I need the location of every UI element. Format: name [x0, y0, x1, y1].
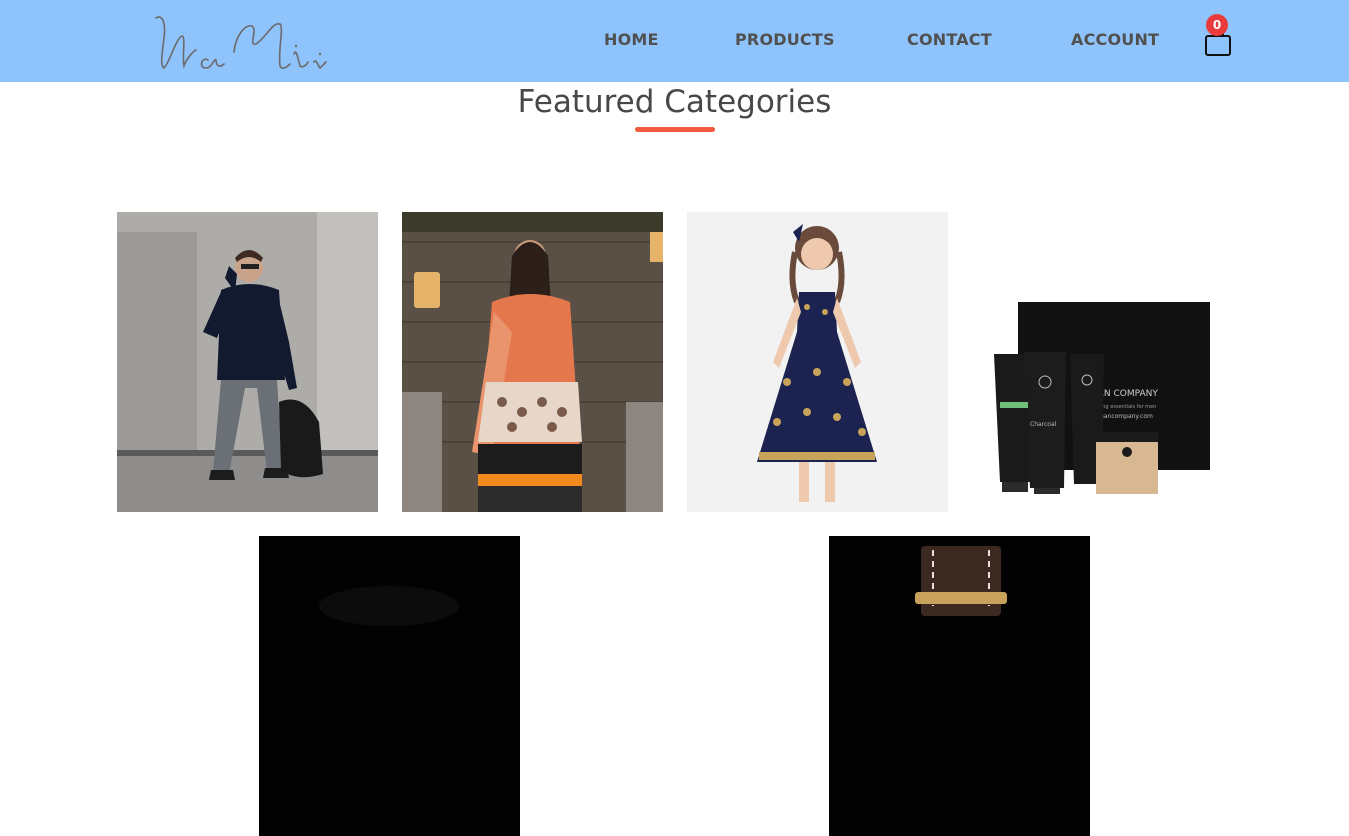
- section-title: Featured Categories: [517, 84, 832, 120]
- cart-button[interactable]: 0: [1203, 14, 1233, 58]
- nav-contact[interactable]: CONTACT: [907, 30, 992, 50]
- navbar: HOME PRODUCTS CONTACT ACCOUNT 0: [0, 0, 1349, 82]
- watch-category-image: [829, 536, 1090, 836]
- grooming-category-image: MAN COMPANY ming essentials for men manc…: [972, 212, 1233, 512]
- cart-count-badge: 0: [1206, 14, 1228, 36]
- category-card-watch[interactable]: [829, 536, 1090, 836]
- category-card-kids[interactable]: [687, 212, 948, 512]
- brand-logo[interactable]: [148, 8, 333, 74]
- svg-text:Charcoal: Charcoal: [1030, 421, 1057, 428]
- category-card-women[interactable]: [402, 212, 663, 512]
- category-card-grooming[interactable]: MAN COMPANY ming essentials for men manc…: [972, 212, 1233, 512]
- svg-text:ming essentials for men: ming essentials for men: [1096, 404, 1156, 410]
- category-card-dark[interactable]: [259, 536, 520, 836]
- nav-account[interactable]: ACCOUNT: [1071, 30, 1159, 50]
- svg-text:mancompany.com: mancompany.com: [1098, 413, 1153, 420]
- category-card-men[interactable]: [117, 212, 378, 512]
- men-category-image: [117, 212, 378, 512]
- kids-category-image: [687, 212, 948, 512]
- nav-home[interactable]: HOME: [604, 30, 659, 50]
- dark-category-image: [259, 536, 520, 836]
- nav-products[interactable]: PRODUCTS: [735, 30, 835, 50]
- women-category-image: [402, 212, 663, 512]
- title-underline: [635, 127, 715, 132]
